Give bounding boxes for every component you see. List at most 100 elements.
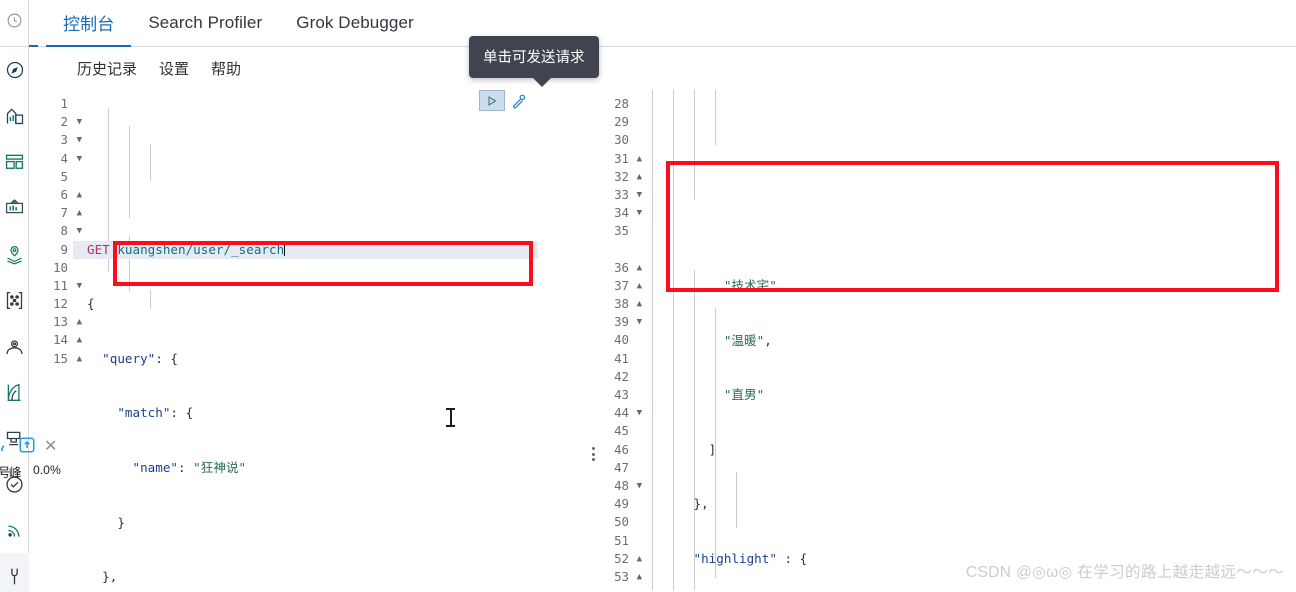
sidebar-item-maps[interactable] xyxy=(0,231,29,277)
play-icon xyxy=(486,95,498,107)
canvas-icon xyxy=(4,198,25,218)
request-actions xyxy=(479,90,527,111)
tab-console[interactable]: 控制台 xyxy=(46,0,132,47)
code-line: "直男" xyxy=(723,387,765,403)
line-number: 40 xyxy=(614,332,629,348)
apm-icon xyxy=(4,520,25,541)
line-number: 36 ▲ xyxy=(584,259,642,277)
line-number: 28 xyxy=(614,96,629,111)
wrench-tool-icon xyxy=(4,566,25,587)
menu-item-settings[interactable]: 设置 xyxy=(159,58,189,79)
line-number: 12 xyxy=(53,296,68,312)
clock-icon xyxy=(6,12,23,34)
line-number: 35 xyxy=(614,223,629,239)
sidebar-item-infrastructure[interactable] xyxy=(0,323,29,369)
code-line: { xyxy=(87,296,95,312)
menu-item-history[interactable]: 历史记录 xyxy=(77,58,137,79)
sidebar-item-dashboard[interactable] xyxy=(0,139,29,185)
response-gutter: 28 29 30 31 ▲ 32 ▲ 33 ▼ 34 ▼ 35 36 ▲ 37 ▲ 38 ▲ … xyxy=(584,90,642,592)
console-split: 1 2 ▼ 3 ▼ 4 ▼ 5 6 ▲ 7 ▲ 8 ▼ 9 10 11 ▼ 12 13 ▲ 14… xyxy=(29,90,1296,592)
line-number: 49 xyxy=(614,496,629,512)
line-number: 15 ▲ xyxy=(29,350,82,368)
line-number: 5 xyxy=(60,168,68,184)
progress-arc-icon xyxy=(0,439,16,458)
line-number: 52 ▲ xyxy=(584,550,642,568)
line-number: 51 xyxy=(614,532,629,548)
watermark: CSDN @◎ω◎ 在学习的路上越走越远～～～ xyxy=(965,564,1284,581)
sidebar-item-canvas[interactable] xyxy=(0,185,29,231)
line-number: 30 xyxy=(614,132,629,148)
line-number: 1 xyxy=(60,96,68,111)
wrench-icon xyxy=(511,94,527,113)
tab-accent-marker xyxy=(29,45,38,47)
code-line: }, xyxy=(87,569,118,585)
send-request-tooltip: 单击可发送请求 xyxy=(469,36,599,87)
dashboard-icon xyxy=(4,152,25,172)
tab-grok-debugger[interactable]: Grok Debugger xyxy=(279,0,431,47)
code-line: "温暖", xyxy=(723,332,772,348)
line-number: 6 ▲ xyxy=(29,186,82,204)
line-number: 39 ▼ xyxy=(584,313,642,331)
line-number: 50 xyxy=(614,514,629,530)
line-number: 8 ▼ xyxy=(29,222,82,240)
text-caret xyxy=(284,241,286,256)
dot xyxy=(591,452,595,456)
pane-resize-handle[interactable] xyxy=(590,447,596,461)
sidebar-item-recently-viewed[interactable] xyxy=(0,0,28,47)
line-number: 14 ▲ xyxy=(29,331,82,349)
response-code[interactable]: "技术宅", "温暖", "直男" ] }, "highlight" : { "… xyxy=(634,90,1296,592)
response-viewer-pane[interactable]: 28 29 30 31 ▲ 32 ▲ 33 ▼ 34 ▼ 35 36 ▲ 37 ▲ 38 ▲ … xyxy=(584,90,1296,592)
code-line: } xyxy=(87,514,125,530)
line-number: 48 ▼ xyxy=(584,477,642,495)
sidebar-item-discover[interactable] xyxy=(0,47,29,93)
request-editor-pane[interactable]: 1 2 ▼ 3 ▼ 4 ▼ 5 6 ▲ 7 ▲ 8 ▼ 9 10 11 ▼ 12 13 ▲ 14… xyxy=(29,90,538,592)
sidebar-item-visualize[interactable] xyxy=(0,93,29,139)
close-icon[interactable]: ✕ xyxy=(44,436,57,456)
code-line: "query": { xyxy=(102,350,178,366)
left-icon-rail xyxy=(0,0,29,592)
user-icon xyxy=(4,336,25,357)
floating-status-widget[interactable]: ✕ 号峰 0.0% xyxy=(0,436,104,486)
text-cursor xyxy=(446,408,455,427)
sidebar-item-management[interactable] xyxy=(0,553,29,592)
line-number: 4 ▼ xyxy=(29,150,82,168)
code-line: "技术宅", xyxy=(723,278,785,294)
line-number: 29 xyxy=(614,114,629,130)
ml-icon xyxy=(4,290,25,311)
sidebar-item-logs[interactable] xyxy=(0,369,29,415)
line-number: 32 ▲ xyxy=(584,168,642,186)
line-number: 11 ▼ xyxy=(29,277,82,295)
line-number: 47 xyxy=(614,459,629,475)
line-number: 44 ▼ xyxy=(584,404,642,422)
request-code[interactable]: GET kuangshen/user/_search { "query": { … xyxy=(73,90,538,592)
line-number: 41 xyxy=(614,350,629,366)
line-number: 31 ▲ xyxy=(584,150,642,168)
analytics-icon xyxy=(5,106,25,126)
line-number: 43 xyxy=(614,387,629,402)
send-request-button[interactable] xyxy=(479,90,505,111)
line-number: 42 xyxy=(614,368,629,384)
line-number: 38 ▲ xyxy=(584,295,642,313)
main-content: 控制台 Search Profiler Grok Debugger 历史记录 设… xyxy=(29,0,1296,592)
kibana-console-window: 控制台 Search Profiler Grok Debugger 历史记录 设… xyxy=(0,0,1296,592)
request-settings-button[interactable] xyxy=(511,93,527,109)
code-line: "name": "狂神说" xyxy=(132,460,247,475)
console-tabstrip: 控制台 Search Profiler Grok Debugger xyxy=(29,0,1296,47)
console-submenu: 历史记录 设置 帮助 xyxy=(29,47,1296,90)
line-number xyxy=(584,241,634,259)
code-line: ] xyxy=(648,441,717,457)
widget-label: 号峰 xyxy=(0,466,22,480)
dot xyxy=(591,447,595,450)
dot xyxy=(591,458,595,461)
pane-divider[interactable] xyxy=(538,90,584,592)
sidebar-item-stack-monitoring[interactable] xyxy=(0,507,29,553)
tab-search-profiler[interactable]: Search Profiler xyxy=(131,0,279,47)
line-number: 13 ▲ xyxy=(29,313,82,331)
line-number: 10 xyxy=(53,259,68,275)
progress-percent: 0.0% xyxy=(33,463,61,477)
upload-box-icon[interactable] xyxy=(18,436,36,457)
sidebar-item-machine-learning[interactable] xyxy=(0,277,29,323)
menu-item-help[interactable]: 帮助 xyxy=(211,58,241,79)
line-number: 34 ▼ xyxy=(584,204,642,222)
code-line: "match": { xyxy=(117,405,194,421)
